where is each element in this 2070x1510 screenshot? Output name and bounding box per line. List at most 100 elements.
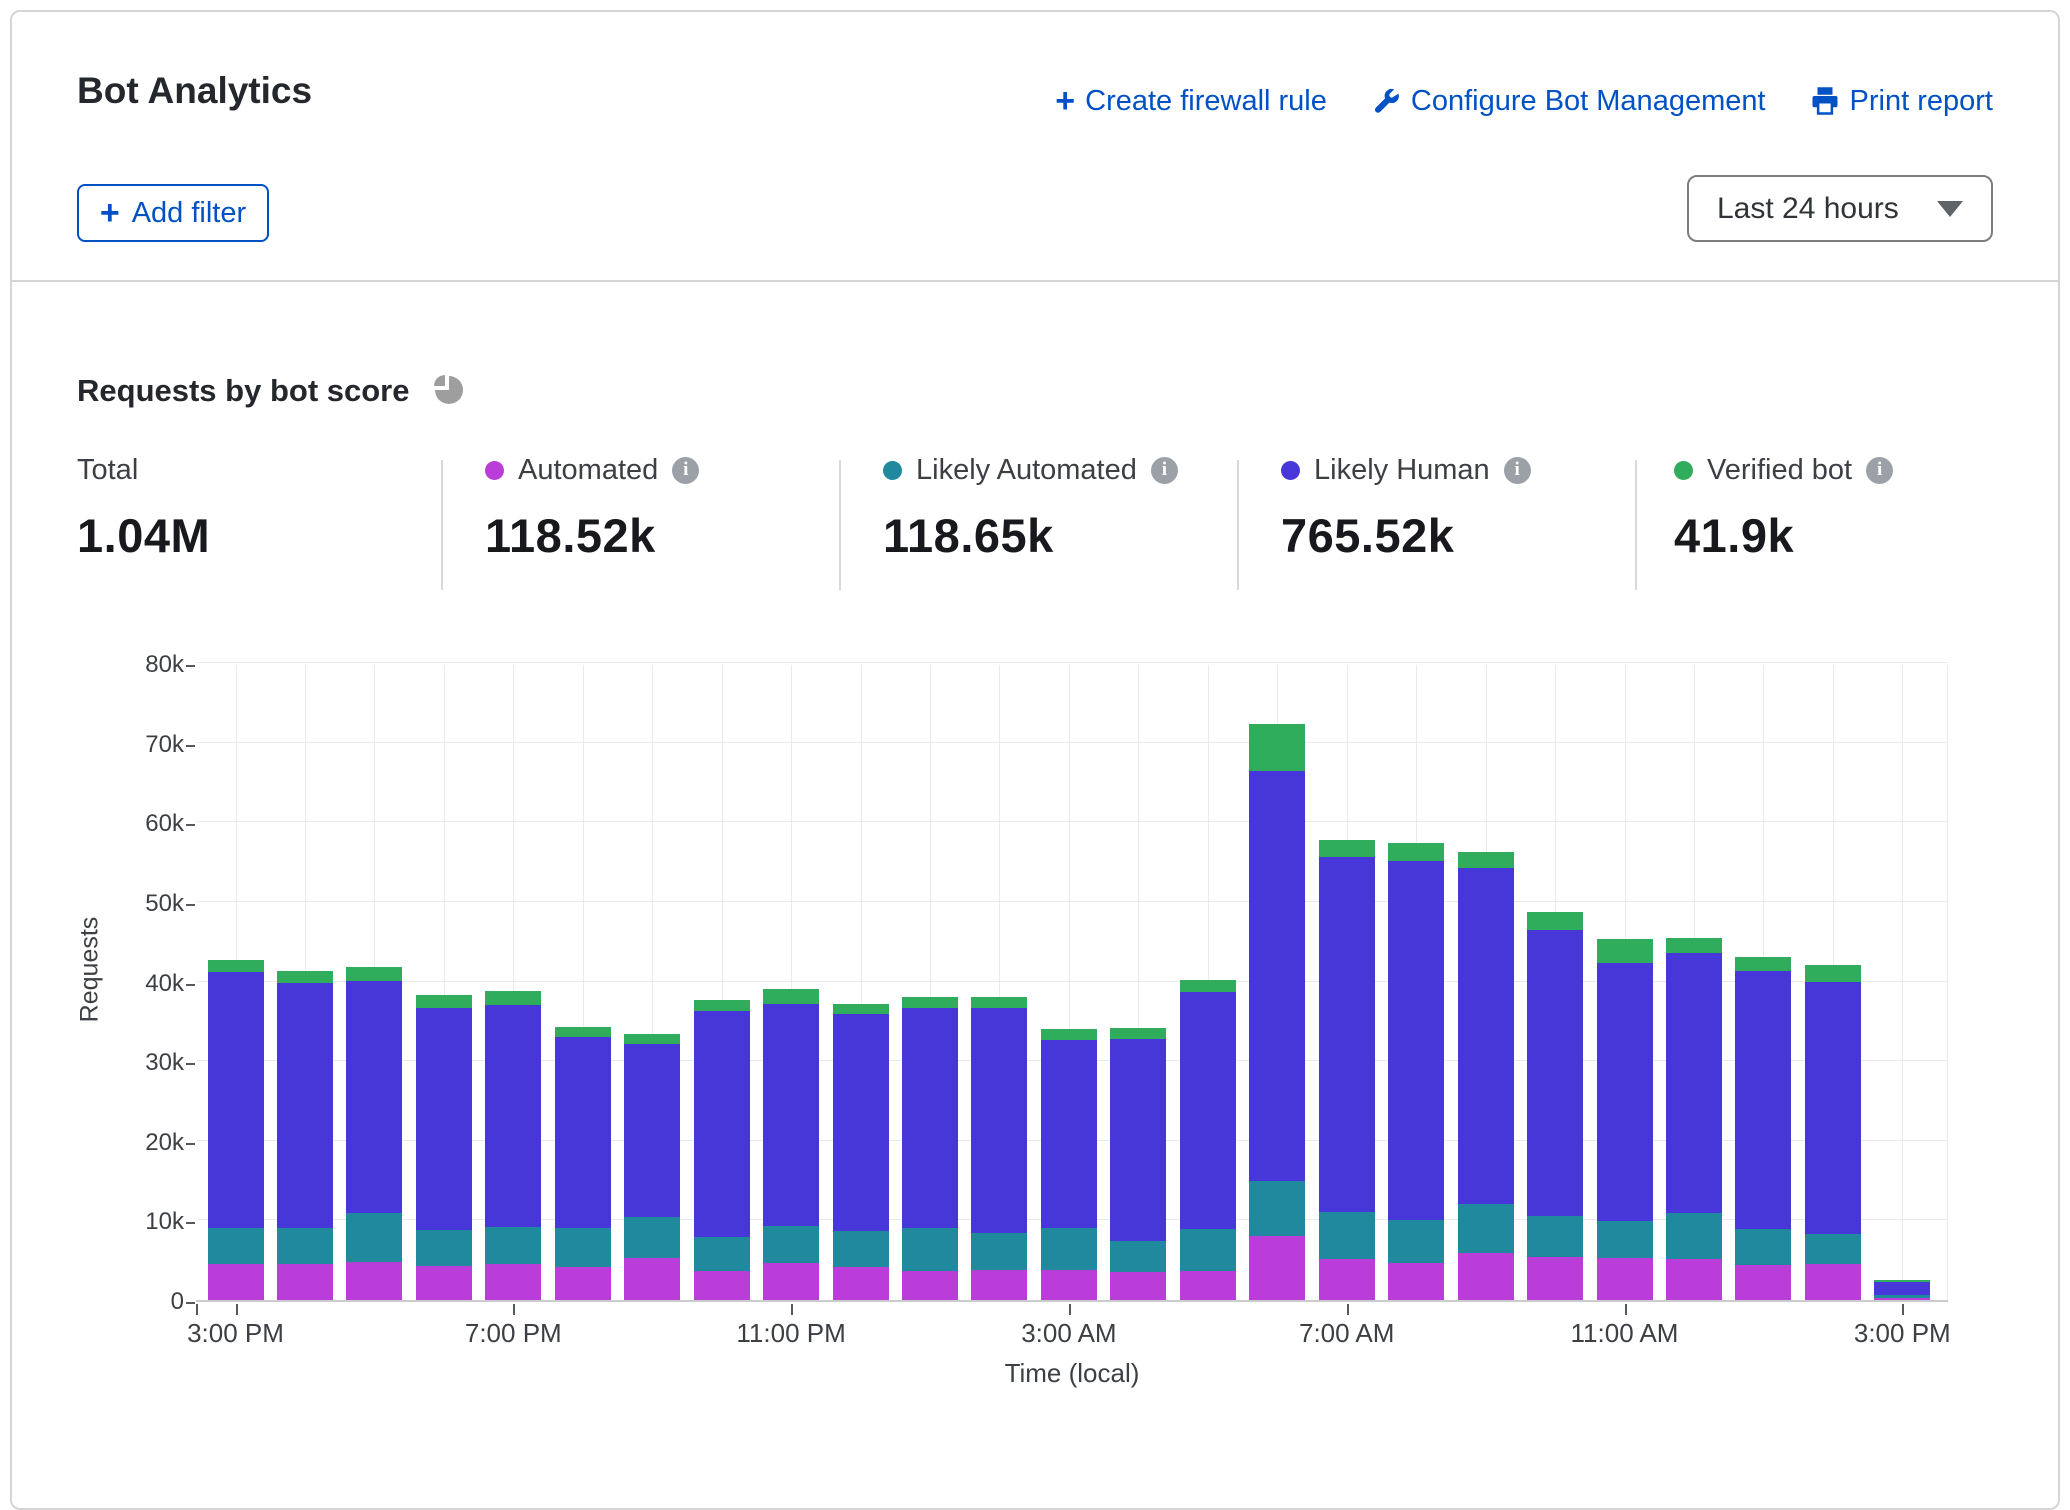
bar-segment-automated bbox=[1597, 1258, 1653, 1300]
x-axis-tick-label: 11:00 AM bbox=[1555, 1318, 1695, 1349]
info-icon[interactable]: i bbox=[1504, 457, 1531, 484]
bar-segment-verified-bot bbox=[1527, 912, 1583, 930]
x-axis-tick-label: 11:00 PM bbox=[721, 1318, 861, 1349]
bar-segment-verified-bot bbox=[1180, 980, 1236, 992]
add-filter-label: Add filter bbox=[132, 197, 246, 230]
y-axis-tick-mark bbox=[186, 984, 195, 986]
bar-segment-likely-human bbox=[1458, 868, 1514, 1204]
bar-segment-automated bbox=[1249, 1236, 1305, 1300]
bar-1200pm[interactable] bbox=[1666, 938, 1722, 1300]
x-axis-tick-mark bbox=[1347, 1304, 1349, 1315]
bar-segment-likely-automated bbox=[416, 1230, 472, 1266]
bar-segment-likely-human bbox=[1597, 963, 1653, 1221]
bar-segment-likely-human bbox=[763, 1004, 819, 1226]
bar-800pm[interactable] bbox=[555, 1027, 611, 1300]
bar-segment-verified-bot bbox=[833, 1004, 889, 1014]
bar-500pm[interactable] bbox=[346, 967, 402, 1300]
y-axis-tick-label: 50k bbox=[78, 890, 184, 918]
bar-segment-verified-bot bbox=[208, 960, 264, 972]
y-axis-tick-label: 20k bbox=[78, 1129, 184, 1157]
x-axis-tick-label: 3:00 AM bbox=[999, 1318, 1139, 1349]
stat-total-value: 1.04M bbox=[77, 508, 210, 563]
bar-700pm[interactable] bbox=[485, 991, 541, 1300]
bar-100pm[interactable] bbox=[1735, 957, 1791, 1300]
bar-segment-verified-bot bbox=[1735, 957, 1791, 971]
bar-segment-likely-human bbox=[346, 981, 402, 1214]
bar-300pm[interactable] bbox=[208, 960, 264, 1300]
wrench-icon bbox=[1371, 86, 1401, 116]
stat-divider bbox=[441, 460, 443, 590]
stat-total-label: Total bbox=[77, 454, 138, 487]
bar-segment-likely-human bbox=[971, 1008, 1027, 1233]
bar-700am[interactable] bbox=[1319, 840, 1375, 1300]
plus-icon: + bbox=[1055, 84, 1075, 118]
bar-200pm[interactable] bbox=[1805, 965, 1861, 1300]
bar-segment-automated bbox=[971, 1270, 1027, 1300]
bar-100am[interactable] bbox=[902, 997, 958, 1300]
stat-likely-automated-value: 118.65k bbox=[883, 508, 1178, 563]
bar-400pm[interactable] bbox=[277, 971, 333, 1300]
bar-segment-likely-automated bbox=[971, 1233, 1027, 1270]
info-icon[interactable]: i bbox=[672, 457, 699, 484]
x-axis-tick-mark bbox=[1625, 1304, 1627, 1315]
bar-segment-likely-human bbox=[1805, 982, 1861, 1234]
bar-segment-likely-human bbox=[1110, 1039, 1166, 1241]
bar-segment-verified-bot bbox=[346, 967, 402, 981]
bar-segment-automated bbox=[1319, 1259, 1375, 1300]
bar-segment-likely-human bbox=[1180, 992, 1236, 1229]
info-icon[interactable]: i bbox=[1151, 457, 1178, 484]
x-axis-tick-mark bbox=[1069, 1304, 1071, 1315]
likely-automated-dot-icon bbox=[883, 461, 902, 480]
bar-segment-verified-bot bbox=[971, 997, 1027, 1007]
bar-300am[interactable] bbox=[1041, 1029, 1097, 1300]
info-icon[interactable]: i bbox=[1866, 457, 1893, 484]
horizontal-gridline bbox=[196, 662, 1948, 663]
stat-automated-label: Automated bbox=[518, 454, 658, 487]
header-actions: + Create firewall rule Configure Bot Man… bbox=[1055, 84, 1993, 118]
bar-1100am[interactable] bbox=[1597, 939, 1653, 1300]
y-axis-tick-label: 70k bbox=[78, 731, 184, 759]
configure-bot-management-label: Configure Bot Management bbox=[1411, 85, 1766, 118]
x-axis-tick-label: 3:00 PM bbox=[166, 1318, 306, 1349]
chevron-down-icon bbox=[1937, 201, 1963, 217]
horizontal-gridline bbox=[196, 742, 1948, 743]
y-axis-tick-mark bbox=[186, 824, 195, 826]
x-axis-tick-mark bbox=[236, 1304, 238, 1315]
bar-800am[interactable] bbox=[1388, 843, 1444, 1300]
bar-900am[interactable] bbox=[1458, 852, 1514, 1300]
bar-600am[interactable] bbox=[1249, 724, 1305, 1300]
bar-segment-likely-human bbox=[208, 972, 264, 1228]
bar-1000am[interactable] bbox=[1527, 912, 1583, 1300]
print-report-link[interactable]: Print report bbox=[1810, 85, 1993, 118]
bar-300pm[interactable] bbox=[1874, 1280, 1930, 1300]
bar-segment-verified-bot bbox=[485, 991, 541, 1005]
bar-segment-verified-bot bbox=[1805, 965, 1861, 982]
stat-divider bbox=[1237, 460, 1239, 590]
stat-likely-human: Likely Human i 765.52k bbox=[1281, 450, 1531, 563]
bar-segment-automated bbox=[1180, 1271, 1236, 1300]
print-report-label: Print report bbox=[1850, 85, 1993, 118]
add-filter-button[interactable]: + Add filter bbox=[77, 184, 269, 242]
bar-segment-verified-bot bbox=[555, 1027, 611, 1037]
bar-segment-automated bbox=[555, 1267, 611, 1300]
section-title-row: Requests by bot score bbox=[77, 370, 465, 411]
bar-1100pm[interactable] bbox=[763, 989, 819, 1300]
bar-1200am[interactable] bbox=[833, 1004, 889, 1300]
bar-segment-likely-human bbox=[1041, 1040, 1097, 1229]
configure-bot-management-link[interactable]: Configure Bot Management bbox=[1371, 85, 1766, 118]
time-range-dropdown[interactable]: Last 24 hours bbox=[1687, 175, 1993, 242]
bar-600pm[interactable] bbox=[416, 995, 472, 1300]
bar-segment-automated bbox=[833, 1267, 889, 1300]
bar-400am[interactable] bbox=[1110, 1028, 1166, 1300]
bar-segment-verified-bot bbox=[416, 995, 472, 1008]
create-firewall-rule-link[interactable]: + Create firewall rule bbox=[1055, 84, 1327, 118]
bar-500am[interactable] bbox=[1180, 980, 1236, 1300]
y-axis-tick-mark bbox=[186, 1143, 195, 1145]
bar-segment-likely-automated bbox=[1666, 1213, 1722, 1258]
bar-900pm[interactable] bbox=[624, 1034, 680, 1300]
stat-likely-automated: Likely Automated i 118.65k bbox=[883, 450, 1178, 563]
bar-200am[interactable] bbox=[971, 997, 1027, 1300]
bar-segment-likely-human bbox=[694, 1011, 750, 1237]
bar-1000pm[interactable] bbox=[694, 1000, 750, 1300]
bar-segment-verified-bot bbox=[1388, 843, 1444, 861]
